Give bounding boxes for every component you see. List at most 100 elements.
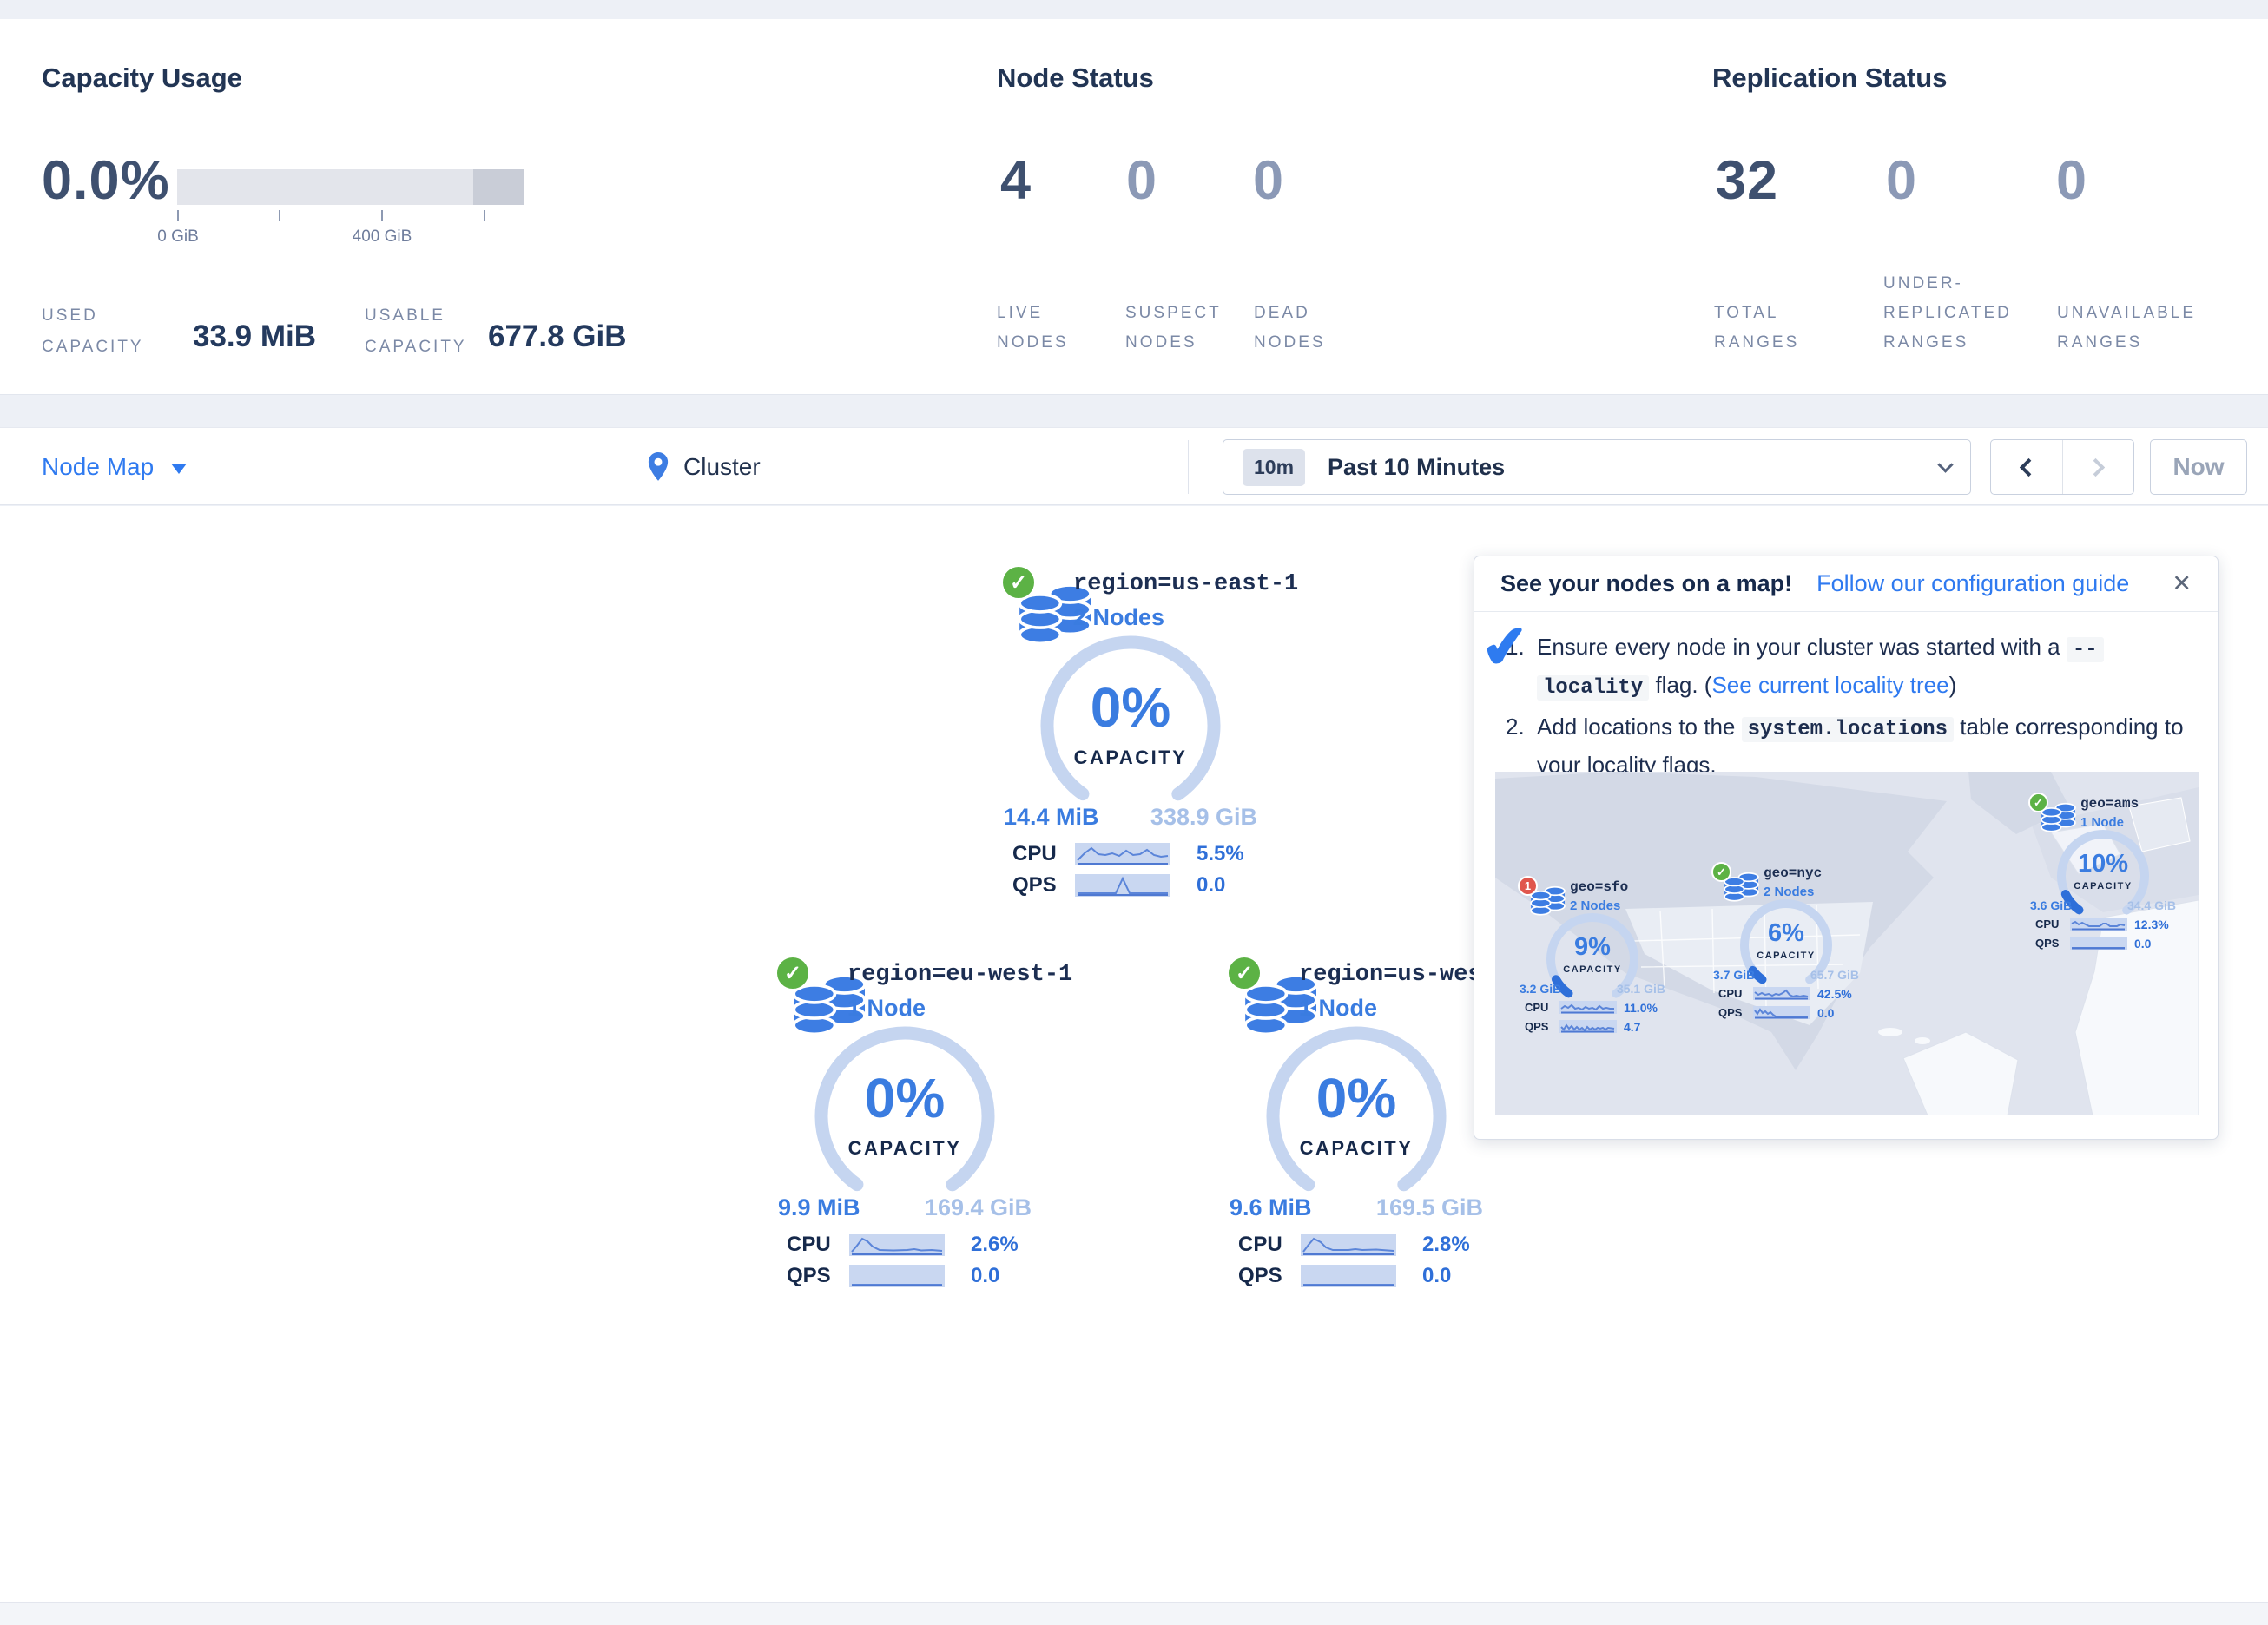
total-ranges-label: TOTAL RANGES (1714, 269, 1818, 358)
locality-label: geo=sfo (1570, 879, 1628, 895)
setup-steps: 1. Ensure every node in your cluster was… (1506, 629, 2193, 783)
locality-label: geo=ams (2080, 796, 2139, 812)
qps-sparkline (2070, 937, 2127, 950)
capacity-label: CAPACITY (1209, 1137, 1504, 1160)
footer-strip (0, 1602, 2268, 1625)
qps-value: 0.0 (1197, 873, 1225, 898)
region-card-us-east-1[interactable]: ✓ region=us-east-1 2 Nodes 0% CAPACITY 1… (983, 564, 1278, 905)
close-icon[interactable]: ✕ (2172, 570, 2192, 597)
used-capacity: 3.6 GiB (2030, 898, 2072, 912)
cpu-label: CPU (787, 1233, 831, 1257)
axis-tick-label: 400 GiB (330, 227, 434, 247)
qps-sparkline (1301, 1265, 1396, 1287)
suspect-nodes-count: 0 (1126, 149, 1157, 212)
cpu-sparkline (2070, 918, 2127, 931)
qps-label: QPS (1012, 873, 1057, 898)
dead-nodes-label: DEAD NODES (1254, 269, 1345, 358)
axis-tick (177, 210, 179, 221)
capacity-percent: 10% (2028, 850, 2178, 878)
qps-sparkline (1753, 1006, 1810, 1019)
map-node-geo-ams[interactable]: ✓ geo=ams 1 Node 10% CAPACITY 3.6 GiB 34… (2028, 789, 2178, 956)
usable-capacity-label: USABLE CAPACITY (365, 300, 504, 363)
map-pin-icon (647, 451, 669, 483)
under-replicated-label: UNDER-REPLICATED RANGES (1883, 269, 2038, 358)
capacity-label: CAPACITY (983, 747, 1278, 769)
dead-nodes-count: 0 (1253, 149, 1284, 212)
step-back-button[interactable] (1991, 440, 2063, 494)
cpu-label: CPU (1718, 987, 1742, 1000)
qps-value: 0.0 (1422, 1264, 1451, 1288)
unavailable-label: UNAVAILABLE RANGES (2057, 269, 2218, 358)
time-step-buttons (1990, 439, 2134, 495)
cpu-sparkline (849, 1234, 945, 1256)
capacity-label: CAPACITY (2028, 881, 2178, 891)
cpu-sparkline (1075, 843, 1170, 865)
breadcrumb[interactable]: Cluster (647, 428, 761, 506)
used-capacity: 14.4 MiB (1004, 804, 1099, 831)
step-text: Ensure every node in your cluster was st… (1537, 634, 2067, 660)
region-label: region=eu-west-1 (847, 962, 1072, 988)
capacity-percent: 0% (983, 675, 1278, 740)
qps-value: 0.0 (971, 1264, 999, 1288)
capacity-percent: 6% (1711, 919, 1861, 948)
capacity-label: CAPACITY (1518, 964, 1667, 975)
capacity-percent: 0.0% (42, 149, 170, 212)
node-count-link[interactable]: 1 Node (1299, 995, 1377, 1022)
used-capacity-label: USED CAPACITY (42, 300, 172, 363)
qps-value: 0.0 (1817, 1006, 1834, 1020)
cpu-value: 12.3% (2134, 918, 2169, 931)
qps-value: 0.0 (2134, 937, 2151, 951)
toolbar-divider (1188, 440, 1189, 494)
cpu-label: CPU (1525, 1001, 1548, 1014)
capacity-label: CAPACITY (1711, 951, 1861, 961)
time-range-badge: 10m (1243, 449, 1305, 486)
capacity-bar-reserved (473, 169, 524, 205)
region-card-eu-west-1[interactable]: ✓ region=eu-west-1 1 Node 0% CAPACITY 9.… (757, 955, 1052, 1295)
qps-label: QPS (2035, 937, 2059, 950)
map-node-geo-nyc[interactable]: ✓ geo=nyc 2 Nodes 6% CAPACITY 3.7 GiB 65… (1711, 859, 1861, 1025)
used-capacity: 9.9 MiB (778, 1194, 860, 1221)
configuration-guide-link[interactable]: Follow our configuration guide (1816, 570, 2172, 597)
qps-value: 4.7 (1624, 1020, 1640, 1034)
code-locality-flag: -- (2067, 637, 2104, 662)
healthy-check-icon: ✓ (1000, 564, 1037, 601)
axis-tick (279, 210, 280, 221)
locality-tree-link[interactable]: See current locality tree (1711, 672, 1948, 698)
map-node-geo-sfo[interactable]: 1 geo=sfo 2 Nodes 9% CAPACITY 3.2 GiB 35… (1518, 872, 1667, 1039)
cluster-summary-bar: Capacity Usage 0.0% 0 GiB 400 GiB USED C… (0, 19, 2268, 395)
used-capacity: 3.7 GiB (1713, 968, 1755, 982)
step-text: Add locations to the (1537, 714, 1742, 740)
usable-capacity-value: 677.8 GiB (488, 319, 627, 354)
cpu-value: 5.5% (1197, 842, 1244, 866)
healthy-check-icon: ✓ (1711, 862, 1731, 882)
chevron-right-icon (2087, 457, 2105, 476)
code-locality-flag: locality (1537, 675, 1649, 701)
cpu-sparkline (1559, 1001, 1617, 1014)
node-count-link[interactable]: 2 Nodes (1073, 604, 1164, 631)
healthy-check-icon: ✓ (2028, 793, 2048, 812)
chevron-down-icon (1937, 457, 1953, 472)
node-count-link[interactable]: 1 Node (847, 995, 926, 1022)
region-card-us-west-1[interactable]: ✓ region=us-west-1 1 Node 0% CAPACITY 9.… (1209, 955, 1504, 1295)
setup-step-1: 1. Ensure every node in your cluster was… (1506, 629, 2193, 706)
total-ranges-count: 32 (1716, 149, 1778, 212)
unavailable-count: 0 (2056, 149, 2087, 212)
time-range-select[interactable]: 10m Past 10 Minutes (1223, 439, 1971, 495)
node-status-title: Node Status (997, 62, 1154, 94)
qps-label: QPS (787, 1264, 831, 1288)
step-forward-button[interactable] (2063, 440, 2134, 494)
view-dropdown[interactable]: Node Map (42, 428, 187, 506)
capacity-bar (177, 169, 524, 205)
replication-status-title: Replication Status (1712, 62, 1947, 94)
suspect-nodes-label: SUSPECT NODES (1125, 269, 1234, 358)
total-capacity: 338.9 GiB (1150, 804, 1257, 831)
time-range-label: Past 10 Minutes (1328, 454, 1940, 481)
now-button[interactable]: Now (2150, 439, 2247, 495)
capacity-percent: 0% (1209, 1066, 1504, 1130)
cpu-value: 42.5% (1817, 987, 1852, 1001)
capacity-usage-title: Capacity Usage (42, 62, 242, 94)
healthy-check-icon: ✓ (775, 955, 811, 991)
locality-label: geo=nyc (1764, 865, 1822, 881)
cpu-label: CPU (1238, 1233, 1282, 1257)
map-toolbar: Node Map Cluster 10m Past 10 Minutes Now (0, 427, 2268, 505)
